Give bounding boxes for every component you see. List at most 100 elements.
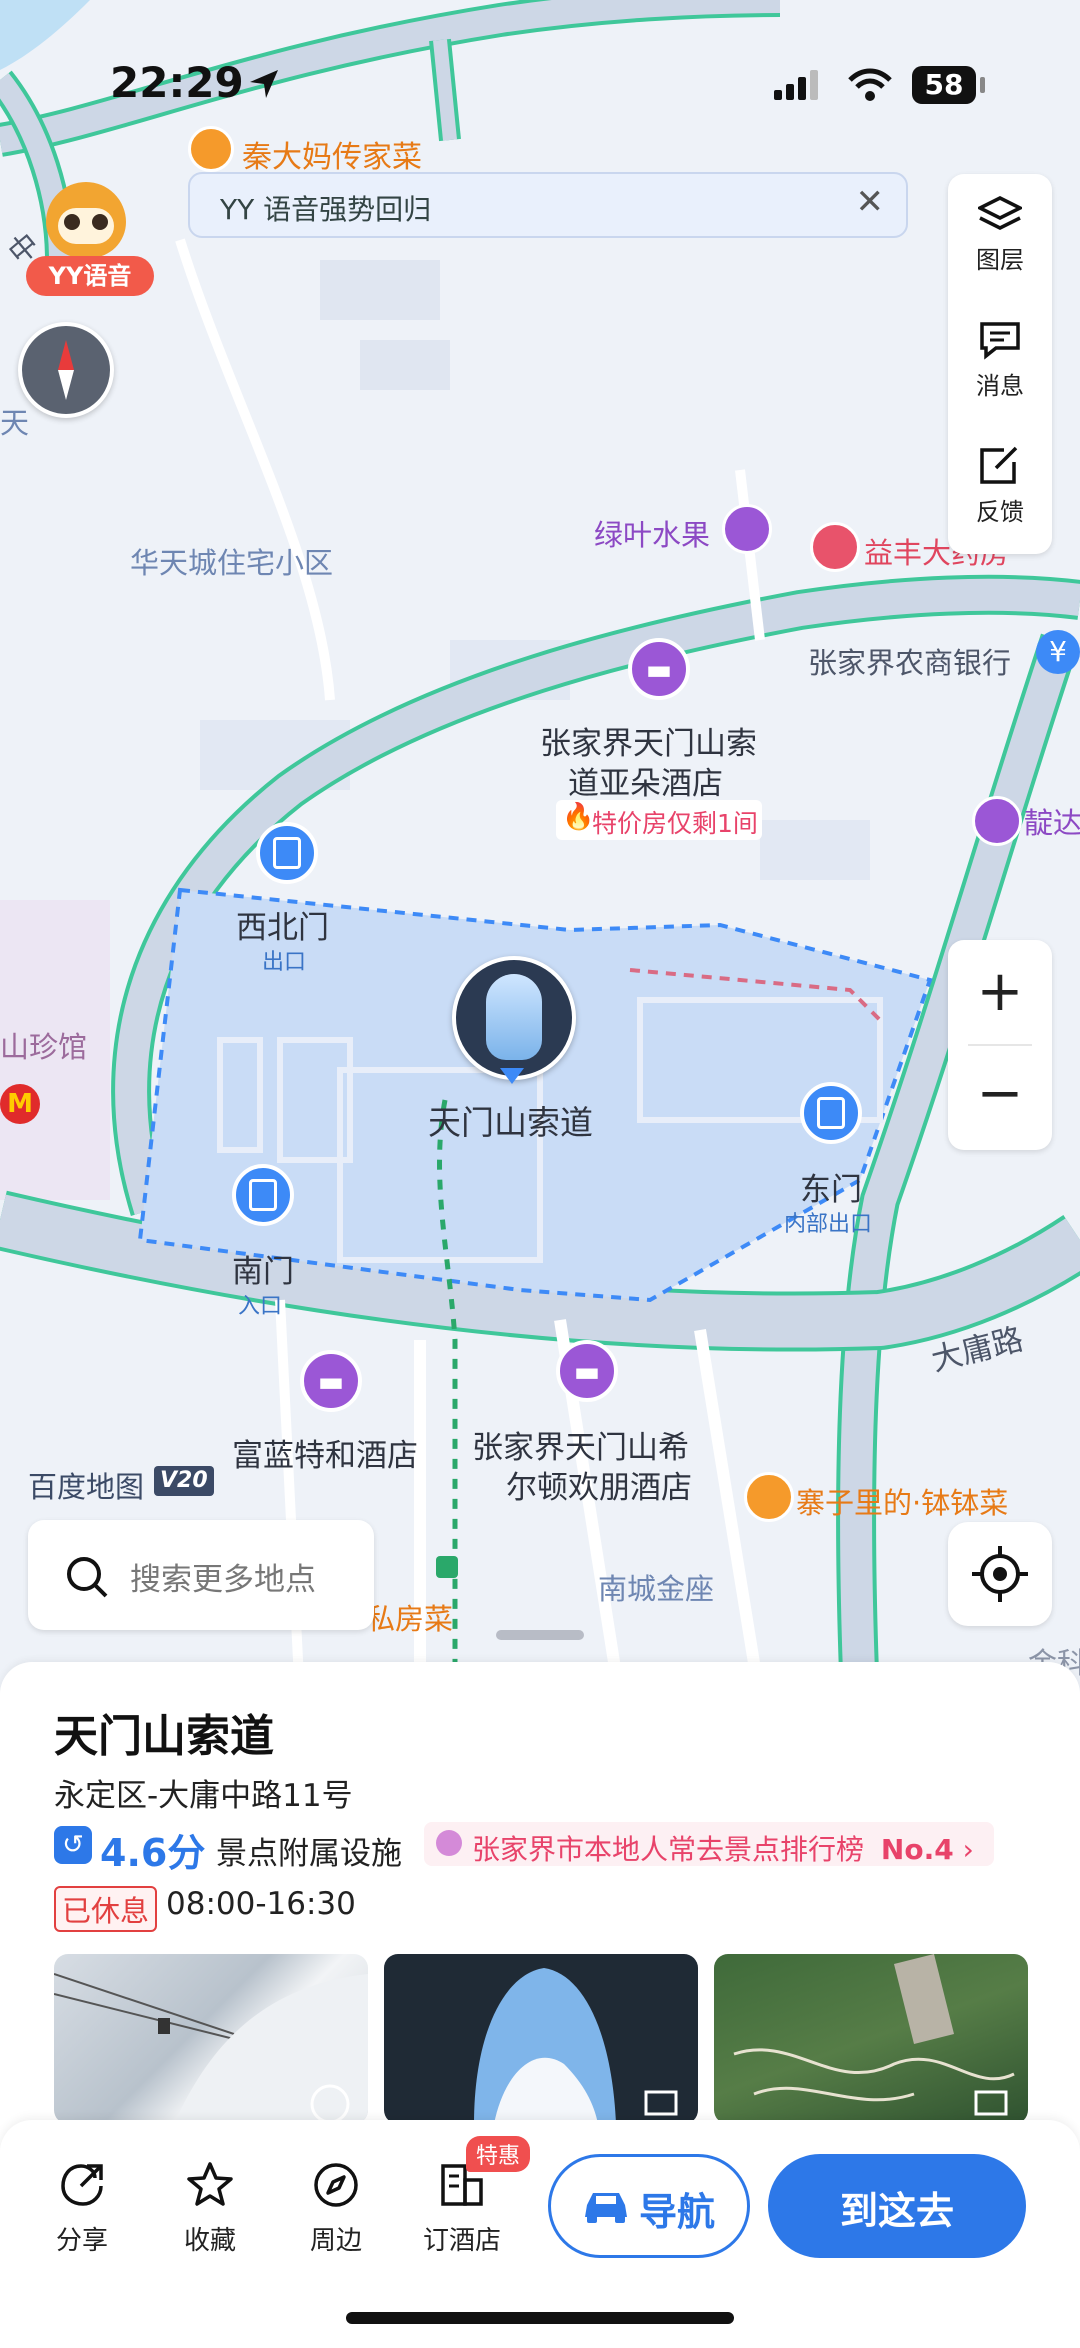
gate-nanmen[interactable]: 南门 <box>232 1246 294 1291</box>
share-label: 分享 <box>55 2226 108 2256</box>
sheet-handle[interactable] <box>496 1630 584 1640</box>
battery-level: 58 <box>924 68 964 101</box>
collect-button[interactable]: 收藏 <box>160 2160 260 2257</box>
mcdonalds-icon: M <box>0 1084 40 1124</box>
nearby-label: 周边 <box>309 2226 362 2256</box>
compass-button[interactable] <box>18 322 114 418</box>
layers-label: 图层 <box>976 246 1024 274</box>
restaurant-icon <box>744 1472 794 1522</box>
hotel-booking-label: 订酒店 <box>422 2226 501 2256</box>
signal-icon <box>774 70 818 100</box>
photo-1[interactable] <box>54 1954 368 2124</box>
message-icon <box>980 322 1020 360</box>
map-canvas[interactable]: 秦大妈传家菜 华天城住宅小区 绿叶水果 益丰大药房 张家界农商银行 ¥ ▬ 张家… <box>0 0 1080 1700</box>
rating-score: 4.6分 <box>100 1831 206 1875</box>
layers-button[interactable]: 图层 <box>948 194 1052 275</box>
gate-dongmen-sub: 内部出口 <box>784 1212 873 1237</box>
collect-label: 收藏 <box>183 2226 236 2256</box>
zoom-control: + − <box>948 940 1052 1150</box>
chevron-right-icon: › <box>962 1833 974 1866</box>
baidu-version: V20 <box>154 1466 214 1496</box>
messages-button[interactable]: 消息 <box>948 320 1052 401</box>
close-icon[interactable]: ✕ <box>856 182 885 222</box>
hotel-icon: ▬ <box>556 1340 618 1402</box>
shop-icon <box>722 504 772 554</box>
place-address: 永定区-大庸中路11号 <box>54 1778 353 1814</box>
status-bar: 22:29 58 <box>0 0 1080 140</box>
poi-zhaizi[interactable]: 寨子里的·钵钵菜 <box>796 1480 1008 1522</box>
poi-nongshang[interactable]: 张家界农商银行 <box>808 640 1011 682</box>
navigate-button[interactable]: 导航 <box>548 2154 750 2258</box>
gate-icon <box>800 1082 862 1144</box>
compass-icon <box>58 340 74 400</box>
messages-label: 消息 <box>976 372 1024 400</box>
promo-text: 特价房仅剩1间 <box>592 809 758 838</box>
baidu-logo-text: 百度地图 <box>28 1470 145 1504</box>
banner-text: YY 语音强势回归 <box>220 193 432 226</box>
photo-3[interactable] <box>714 1954 1028 2124</box>
gate-xibeimen[interactable]: 西北门 <box>236 902 329 947</box>
bank-icon: ¥ <box>1036 630 1080 674</box>
ranking-tag[interactable]: 张家界市本地人常去景点排行榜 No.4 › <box>424 1822 994 1866</box>
locate-icon <box>972 1546 1028 1602</box>
feedback-label: 反馈 <box>976 498 1024 526</box>
share-icon <box>61 2164 103 2206</box>
gate-nanmen-sub: 入口 <box>238 1294 283 1319</box>
nearby-button[interactable]: 周边 <box>286 2160 386 2257</box>
yy-voice-badge[interactable]: YY语音 <box>26 256 154 296</box>
cable-photo-art <box>54 1973 368 2124</box>
hotel-deal-badge: 特惠 <box>466 2136 531 2172</box>
map-toolbar: 图层 消息 反馈 <box>948 174 1052 554</box>
hotel-booking-button[interactable]: 订酒店 <box>412 2160 512 2257</box>
fire-icon: 🔥 <box>562 802 595 832</box>
scenic-pin[interactable] <box>452 956 576 1080</box>
status-time: 22:29 <box>110 58 244 107</box>
search-icon <box>67 1557 108 1598</box>
ranking-number: No.4 <box>880 1833 954 1866</box>
navigate-label: 导航 <box>639 2190 716 2234</box>
cart-icon <box>972 796 1022 846</box>
poi-long[interactable]: 靛达 <box>1024 800 1080 842</box>
gate-dongmen[interactable]: 东门 <box>800 1164 862 1209</box>
location-arrow-icon <box>250 70 278 98</box>
go-there-button[interactable]: 到这去 <box>768 2154 1026 2258</box>
pharmacy-icon <box>810 522 860 572</box>
rating-row[interactable]: ↺ 4.6分 景点附属设施 <box>54 1822 414 1875</box>
poi-tianmen[interactable]: 天门山索道 <box>428 1096 593 1144</box>
go-there-label: 到这去 <box>839 2189 954 2233</box>
home-indicator[interactable] <box>346 2312 734 2324</box>
share-button[interactable]: 分享 <box>32 2160 132 2257</box>
area-huatian[interactable]: 华天城住宅小区 <box>130 540 333 582</box>
feedback-button[interactable]: 反馈 <box>948 446 1052 527</box>
rank-icon <box>436 1830 462 1856</box>
area-nancheng[interactable]: 南城金座 <box>598 1566 714 1608</box>
poi-hotel1-line1[interactable]: 张家界天门山索 <box>540 718 757 763</box>
status-badge: 已休息 <box>54 1886 158 1932</box>
pin-tail <box>500 1068 524 1084</box>
opening-hours: 08:00-16:30 <box>166 1886 356 1922</box>
poi-fulante[interactable]: 富蓝特和酒店 <box>232 1430 418 1475</box>
zoom-in-button[interactable]: + <box>948 964 1052 1020</box>
poi-hotel1-line2[interactable]: 道亚朵酒店 <box>568 758 723 803</box>
photo-2[interactable] <box>384 1954 698 2124</box>
poi-hilton-line1[interactable]: 张家界天门山希 <box>472 1422 689 1467</box>
battery-tip <box>980 77 985 93</box>
gate-xibeimen-sub: 出口 <box>262 950 307 975</box>
poi-sifang[interactable]: 私房菜 <box>366 1596 453 1638</box>
rating-icon: ↺ <box>54 1826 92 1864</box>
ranking-text: 张家界市本地人常去景点排行榜 No.4 › <box>472 1828 974 1868</box>
zoom-out-button[interactable]: − <box>948 1066 1052 1122</box>
hotel-icon: ▬ <box>300 1350 362 1412</box>
ranking-title: 张家界市本地人常去景点排行榜 <box>472 1833 865 1866</box>
poi-hilton-line2[interactable]: 尔顿欢朋酒店 <box>506 1462 692 1507</box>
locate-button[interactable] <box>948 1522 1052 1626</box>
wifi-icon <box>848 68 892 101</box>
layers-icon <box>978 196 1022 230</box>
poi-lvye[interactable]: 绿叶水果 <box>594 512 710 554</box>
search-box[interactable]: 搜索更多地点 <box>28 1520 374 1630</box>
promo-banner[interactable]: YY 语音强势回归 ✕ <box>188 172 908 238</box>
mountain-photo-art <box>733 1954 1015 2116</box>
search-placeholder: 搜索更多地点 <box>130 1562 316 1598</box>
battery-indicator: 58 <box>912 66 976 104</box>
poi-shanzhen[interactable]: 山珍馆 <box>0 1024 87 1066</box>
